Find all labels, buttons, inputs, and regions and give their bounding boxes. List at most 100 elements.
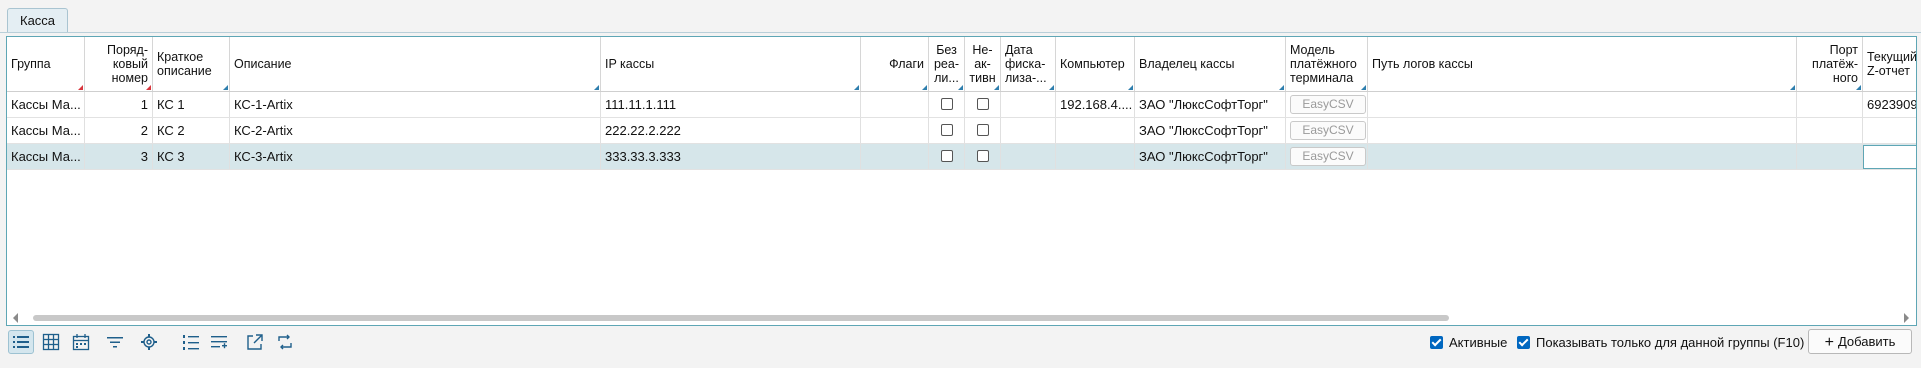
- column-header-inactive[interactable]: Не- ак- тивн: [965, 37, 1001, 91]
- cell-short[interactable]: КС 3: [153, 144, 230, 169]
- column-header-fiscal[interactable]: Дата фиска- лиза-...: [1001, 37, 1056, 91]
- cell-model[interactable]: EasyCSV: [1286, 118, 1368, 143]
- table-row[interactable]: Кассы Ма... 3 КС 3 КС-3-Artix 333.33.3.333 ЗА…: [7, 144, 1916, 170]
- horizontal-scrollbar[interactable]: [13, 313, 1909, 323]
- cell-computer[interactable]: [1056, 144, 1135, 169]
- column-header-desc[interactable]: Описание: [230, 37, 601, 91]
- add-button-label: Добавить: [1837, 334, 1896, 349]
- no-sale-checkbox[interactable]: [941, 124, 953, 136]
- column-header-group[interactable]: Группа: [7, 37, 85, 91]
- column-header-ip[interactable]: IP кассы: [601, 37, 861, 91]
- column-header-label: Дата фиска- лиза-...: [1005, 43, 1047, 85]
- refresh-button[interactable]: [272, 330, 298, 354]
- active-only-checkbox[interactable]: [1430, 336, 1443, 349]
- table-row[interactable]: Кассы Ма... 2 КС 2 КС-2-Artix 222.22.2.222 ЗА…: [7, 118, 1916, 144]
- cell-logpath[interactable]: [1368, 118, 1797, 143]
- cell-flags[interactable]: [861, 118, 929, 143]
- cell-ip[interactable]: 333.33.3.333: [601, 144, 861, 169]
- column-header-label: Без реа- ли...: [933, 43, 960, 85]
- cell-model[interactable]: EasyCSV: [1286, 92, 1368, 117]
- table-row[interactable]: Кассы Ма... 1 КС 1 КС-1-Artix 111.11.1.111 19…: [7, 92, 1916, 118]
- cell-short[interactable]: КС 2: [153, 118, 230, 143]
- cell-desc[interactable]: КС-3-Artix: [230, 144, 601, 169]
- inactive-checkbox[interactable]: [977, 98, 989, 110]
- cell-group[interactable]: Кассы Ма...: [7, 118, 85, 143]
- list-view-icon: [13, 336, 29, 348]
- scroll-left-arrow-icon[interactable]: [13, 313, 18, 323]
- inactive-checkbox[interactable]: [977, 124, 989, 136]
- bottom-toolbar: Активные Показывать только для данной гр…: [6, 328, 1917, 356]
- cell-inactive[interactable]: [965, 118, 1001, 143]
- numbered-list-button[interactable]: [178, 330, 204, 354]
- cell-order[interactable]: 3: [85, 144, 153, 169]
- cell-fiscal[interactable]: [1001, 92, 1056, 117]
- add-button[interactable]: + Добавить: [1808, 329, 1912, 354]
- cell-order[interactable]: 1: [85, 92, 153, 117]
- payment-terminal-model-button[interactable]: EasyCSV: [1290, 95, 1366, 114]
- column-header-flags[interactable]: Флаги: [861, 37, 929, 91]
- column-header-zreport[interactable]: Текущий Z-отчет: [1863, 37, 1916, 91]
- cell-zreport[interactable]: [1863, 118, 1916, 143]
- cell-nosale[interactable]: [929, 144, 965, 169]
- group-list-button[interactable]: [206, 330, 232, 354]
- cell-zreport[interactable]: [1863, 144, 1916, 169]
- cell-port[interactable]: [1797, 118, 1863, 143]
- group-only-option[interactable]: Показывать только для данной группы (F10…: [1517, 335, 1804, 350]
- cell-group[interactable]: Кассы Ма...: [7, 144, 85, 169]
- column-header-label: Описание: [234, 57, 292, 71]
- calendar-view-button[interactable]: [68, 330, 94, 354]
- column-header-port[interactable]: Порт платёж- ного: [1797, 37, 1863, 91]
- payment-terminal-model-button[interactable]: EasyCSV: [1290, 147, 1366, 166]
- scroll-right-arrow-icon[interactable]: [1904, 313, 1909, 323]
- column-header-model[interactable]: Модель платёжного терминала: [1286, 37, 1368, 91]
- column-header-label: Флаги: [889, 57, 924, 71]
- column-header-order[interactable]: Поряд- ковый номер: [85, 37, 153, 91]
- column-header-nosale[interactable]: Без реа- ли...: [929, 37, 965, 91]
- column-header-short[interactable]: Краткое описание: [153, 37, 230, 91]
- scrollbar-thumb[interactable]: [33, 315, 1449, 321]
- cell-fiscal[interactable]: [1001, 144, 1056, 169]
- no-sale-checkbox[interactable]: [941, 150, 953, 162]
- column-header-computer[interactable]: Компьютер: [1056, 37, 1135, 91]
- cell-flags[interactable]: [861, 92, 929, 117]
- column-header-logpath[interactable]: Путь логов кассы: [1368, 37, 1797, 91]
- cell-desc[interactable]: КС-1-Artix: [230, 92, 601, 117]
- export-button[interactable]: [242, 330, 268, 354]
- active-only-option[interactable]: Активные: [1430, 335, 1507, 350]
- cell-zreport[interactable]: 69239099: [1863, 92, 1916, 117]
- column-header-owner[interactable]: Владелец кассы: [1135, 37, 1286, 91]
- cell-inactive[interactable]: [965, 144, 1001, 169]
- settings-button[interactable]: [136, 330, 162, 354]
- group-only-checkbox[interactable]: [1517, 336, 1530, 349]
- cell-nosale[interactable]: [929, 118, 965, 143]
- cell-ip[interactable]: 222.22.2.222: [601, 118, 861, 143]
- inactive-checkbox[interactable]: [977, 150, 989, 162]
- cell-nosale[interactable]: [929, 92, 965, 117]
- cell-port[interactable]: [1797, 144, 1863, 169]
- cell-order[interactable]: 2: [85, 118, 153, 143]
- cell-inactive[interactable]: [965, 92, 1001, 117]
- filter-button[interactable]: [102, 330, 128, 354]
- cell-computer[interactable]: 192.168.4....: [1056, 92, 1135, 117]
- cell-computer[interactable]: [1056, 118, 1135, 143]
- cell-desc[interactable]: КС-2-Artix: [230, 118, 601, 143]
- list-view-button[interactable]: [8, 330, 34, 354]
- tab-kassa[interactable]: Касса: [7, 8, 69, 32]
- cell-short[interactable]: КС 1: [153, 92, 230, 117]
- no-sale-checkbox[interactable]: [941, 98, 953, 110]
- cell-logpath[interactable]: [1368, 92, 1797, 117]
- payment-terminal-model-button[interactable]: EasyCSV: [1290, 121, 1366, 140]
- cell-ip[interactable]: 111.11.1.111: [601, 92, 861, 117]
- cell-fiscal[interactable]: [1001, 118, 1056, 143]
- grid-view-button[interactable]: [38, 330, 64, 354]
- cell-flags[interactable]: [861, 144, 929, 169]
- cell-model[interactable]: EasyCSV: [1286, 144, 1368, 169]
- cell-port[interactable]: [1797, 92, 1863, 117]
- column-header-label: Поряд- ковый номер: [107, 43, 148, 85]
- cell-logpath[interactable]: [1368, 144, 1797, 169]
- cell-owner[interactable]: ЗАО "ЛюксСофтТорг": [1135, 144, 1286, 169]
- cell-group[interactable]: Кассы Ма...: [7, 92, 85, 117]
- focused-cell-editor[interactable]: [1863, 145, 1916, 169]
- cell-owner[interactable]: ЗАО "ЛюксСофтТорг": [1135, 92, 1286, 117]
- cell-owner[interactable]: ЗАО "ЛюксСофтТорг": [1135, 118, 1286, 143]
